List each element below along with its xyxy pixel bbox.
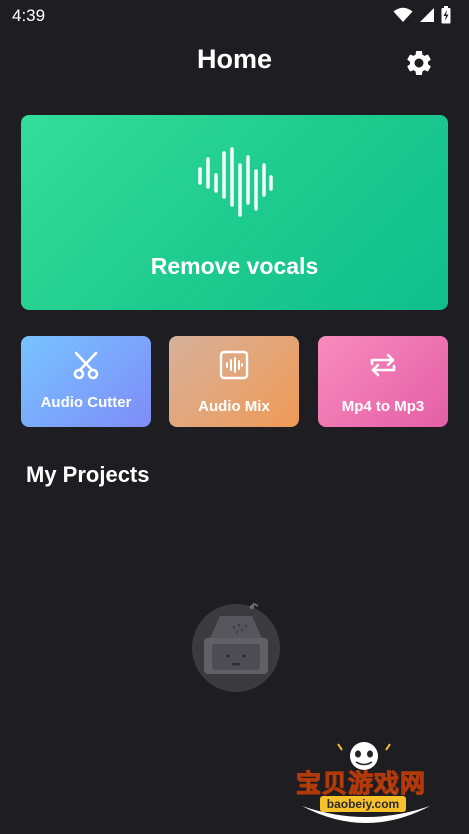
status-bar: 4:39 — [0, 0, 469, 32]
mp4-to-mp3-label: Mp4 to Mp3 — [341, 398, 425, 415]
empty-inbox-icon — [192, 602, 280, 692]
wifi-icon — [393, 7, 413, 22]
watermark-url: baobeiy.com — [320, 796, 406, 812]
audio-cutter-card[interactable]: Audio Cutter — [21, 336, 151, 427]
my-projects-title: My Projects — [26, 462, 150, 487]
watermark-text: 宝贝游戏网 — [295, 769, 427, 799]
battery-icon — [441, 6, 451, 24]
page-title: Home — [196, 44, 272, 74]
repeat-arrows-icon — [370, 353, 396, 377]
status-icons — [393, 6, 451, 24]
mp4-to-mp3-card[interactable]: Mp4 to Mp3 — [318, 336, 448, 427]
sound-wave-icon — [198, 147, 273, 217]
gear-icon[interactable] — [404, 48, 434, 78]
status-time: 4:39 — [12, 6, 46, 25]
audio-cutter-label: Audio Cutter — [40, 394, 132, 411]
scissors-icon — [73, 351, 99, 380]
signal-icon — [420, 8, 434, 22]
watermark: 宝贝游戏网 baobeiy.com — [292, 740, 440, 830]
audio-mix-label: Audio Mix — [198, 398, 270, 415]
audio-mix-card[interactable]: Audio Mix — [169, 336, 299, 427]
home-screen: 4:39 Home Remove vocals Audio Cutter Aud… — [0, 0, 469, 834]
remove-vocals-card[interactable]: Remove vocals — [21, 115, 448, 310]
waveform-box-icon — [219, 350, 249, 380]
remove-vocals-label: Remove vocals — [150, 253, 319, 279]
